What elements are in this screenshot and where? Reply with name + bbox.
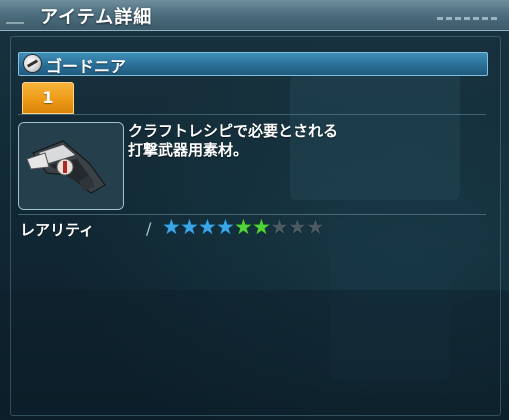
- star-filled-icon: ★: [198, 215, 217, 239]
- title-decoration: [6, 22, 24, 24]
- window-titlebar: アイテム詳細: [0, 0, 509, 31]
- item-description: クラフトレシピで必要とされる 打撃武器用素材。: [128, 122, 428, 160]
- slash-icon: /: [146, 219, 152, 238]
- description-line: クラフトレシピで必要とされる: [128, 122, 339, 140]
- star-filled-icon: ★: [162, 215, 181, 239]
- star-filled-icon: ★: [252, 215, 271, 239]
- striking-weapon-material-icon: [19, 123, 123, 209]
- star-filled-icon: ★: [216, 215, 235, 239]
- tab-row: 1: [18, 82, 486, 115]
- title-decoration: [437, 17, 497, 20]
- tab-label: 1: [42, 88, 54, 107]
- star-empty-icon: ★: [288, 215, 307, 239]
- rarity-label: レアリティ: [20, 221, 95, 239]
- star-empty-icon: ★: [306, 215, 325, 239]
- tab-page-1[interactable]: 1: [22, 82, 74, 114]
- star-empty-icon: ★: [270, 215, 289, 239]
- item-image: [18, 122, 124, 210]
- description-line: 打撃武器用素材。: [128, 141, 249, 159]
- window-title: アイテム詳細: [40, 7, 153, 28]
- star-filled-icon: ★: [234, 215, 253, 239]
- star-filled-icon: ★: [180, 215, 199, 239]
- item-name-bar: ゴードニア: [18, 52, 488, 76]
- craft-material-icon: [24, 55, 41, 72]
- item-detail-window: アイテム詳細 ゴードニア 1 クラフトレシピで必要とされる 打撃武器用素材。 レ…: [0, 0, 509, 420]
- rarity-stars: ★ ★ ★ ★ ★ ★ ★ ★ ★: [162, 215, 325, 240]
- item-name: ゴードニア: [46, 57, 127, 76]
